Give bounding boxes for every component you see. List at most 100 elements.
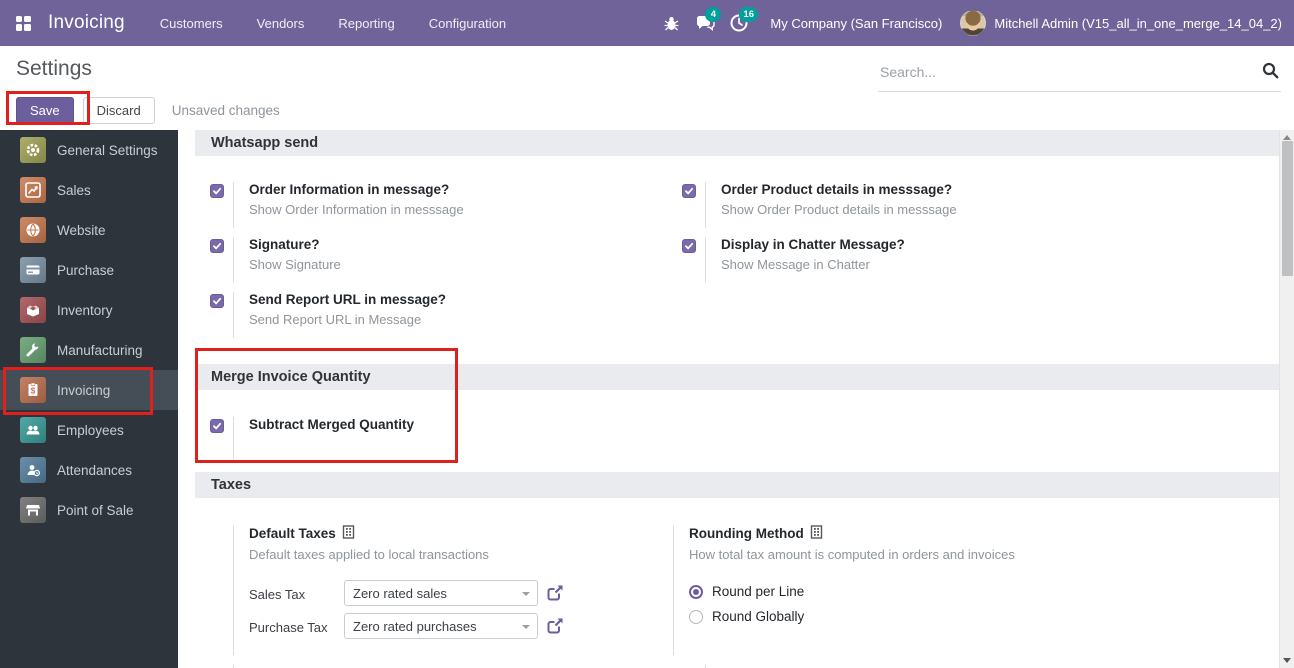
sidebar-item-sales[interactable]: Sales [0,170,178,210]
sales-tax-select[interactable]: Zero rated sales [344,580,538,606]
purchase-tax-value: Zero rated purchases [353,618,477,634]
search-input[interactable] [878,52,1281,91]
default-taxes-help: Default taxes applied to local transacti… [249,547,489,562]
setting-label[interactable]: Display in Chatter Message? [721,237,905,252]
sidebar-item-label: Sales [57,182,91,198]
top-navbar: Invoicing Customers Vendors Reporting Co… [0,0,1294,46]
sidebar-item-label: General Settings [57,142,158,158]
save-button[interactable]: Save [16,97,74,124]
setting-help: Show Order Product details in messsage [721,202,957,217]
search-icon[interactable] [1262,62,1279,82]
sidebar-item-employees[interactable]: Employees [0,410,178,450]
checkbox-subtract-merged-quantity[interactable] [210,419,224,433]
messages-icon[interactable]: 4 [688,0,722,46]
checkbox-order-information[interactable] [210,184,224,198]
setting-label[interactable]: Subtract Merged Quantity [249,417,414,432]
radio-unselected-icon [689,609,703,624]
setting-order-information: Order Information in message? Show Order… [210,182,682,237]
multi-company-icon [810,525,823,542]
external-link-icon[interactable] [546,616,565,639]
globe-icon [20,217,46,243]
section-header-taxes: Taxes [195,472,1279,498]
message-count-badge: 4 [705,7,722,22]
settings-sidebar: General Settings Sales Website Purchase … [0,130,178,668]
radio-round-globally[interactable]: Round Globally [689,609,1015,624]
person-clock-icon [20,457,46,483]
checkbox-signature[interactable] [210,239,224,253]
sidebar-item-label: Inventory [57,302,113,318]
user-menu[interactable]: Mitchell Admin (V15_all_in_one_merge_14_… [994,16,1282,31]
apps-menu-button[interactable] [0,0,46,46]
menu-reporting[interactable]: Reporting [321,0,411,46]
setting-display-in-chatter: Display in Chatter Message? Show Message… [682,237,1279,292]
unsaved-changes-status: Unsaved changes [171,103,280,118]
credit-card-icon [20,257,46,283]
settings-content: Whatsapp send Order Information in messa… [178,130,1279,668]
activity-clock-icon[interactable]: 16 [722,0,758,46]
setting-order-product-details: Order Product details in messsage? Show … [682,182,1279,237]
sidebar-item-general-settings[interactable]: General Settings [0,130,178,170]
scroll-up-icon[interactable] [1283,135,1291,140]
setting-help: Show Order Information in messsage [249,202,464,217]
sales-tax-label: Sales Tax [249,587,306,602]
sidebar-item-website[interactable]: Website [0,210,178,250]
section-header-merge-invoice-quantity: Merge Invoice Quantity [195,364,1279,390]
purchase-tax-select[interactable]: Zero rated purchases [344,613,538,639]
menu-configuration[interactable]: Configuration [412,0,523,46]
checkbox-send-report-url[interactable] [210,294,224,308]
sidebar-item-manufacturing[interactable]: Manufacturing [0,330,178,370]
menu-customers[interactable]: Customers [143,0,240,46]
vertical-scrollbar[interactable] [1279,130,1294,668]
scrollbar-thumb[interactable] [1282,141,1293,276]
company-switcher[interactable]: My Company (San Francisco) [770,16,942,31]
purchase-tax-label: Purchase Tax [249,620,328,635]
user-avatar[interactable] [960,10,987,36]
checkbox-order-product-details[interactable] [682,184,696,198]
chevron-down-icon [522,625,530,629]
discard-button[interactable]: Discard [82,97,155,124]
setting-subtract-merged-quantity: Subtract Merged Quantity [210,417,682,459]
setting-help: Send Report URL in Message [249,312,422,327]
section-header-whatsapp-send: Whatsapp send [195,130,1279,156]
app-name[interactable]: Invoicing [48,12,125,34]
checkbox-display-in-chatter[interactable] [682,239,696,253]
default-taxes-label: Default Taxes [249,526,336,541]
sidebar-item-purchase[interactable]: Purchase [0,250,178,290]
sidebar-item-attendances[interactable]: Attendances [0,450,178,490]
setting-signature: Signature? Show Signature [210,237,682,292]
sidebar-item-label: Website [57,222,106,238]
default-taxes-box: Default Taxes Default taxes applied to l… [210,525,682,655]
debug-bug-icon[interactable] [654,0,688,46]
sidebar-item-label: Invoicing [57,382,111,398]
setting-label[interactable]: Signature? [249,237,341,252]
invoice-document-icon: $ [20,377,46,403]
radio-round-per-line[interactable]: Round per Line [689,584,1015,599]
sidebar-item-label: Attendances [57,462,133,478]
chevron-down-icon [522,592,530,596]
apps-grid-icon [15,15,31,31]
setting-label[interactable]: Order Information in message? [249,182,464,197]
line-chart-icon [20,177,46,203]
rounding-method-help: How total tax amount is computed in orde… [689,547,1015,562]
activity-count-badge: 16 [739,7,758,22]
search-bar [878,52,1281,92]
rounding-method-box: Rounding Method How total tax amount is … [673,525,1279,655]
page-title: Settings [16,57,92,80]
setting-help: Show Message in Chatter [721,257,870,272]
sidebar-item-point-of-sale[interactable]: Point of Sale [0,490,178,530]
setting-send-report-url: Send Report URL in message? Send Report … [210,292,682,347]
people-icon [20,417,46,443]
setting-label[interactable]: Send Report URL in message? [249,292,446,307]
external-link-icon[interactable] [546,583,565,606]
sidebar-item-label: Purchase [57,262,115,278]
sidebar-item-inventory[interactable]: Inventory [0,290,178,330]
menu-vendors[interactable]: Vendors [240,0,322,46]
sidebar-item-label: Employees [57,422,124,438]
sidebar-item-label: Point of Sale [57,502,134,518]
scroll-down-icon[interactable] [1283,658,1291,663]
control-panel: Settings Save Discard Unsaved changes [0,46,1294,130]
rounding-method-label: Rounding Method [689,526,804,541]
sales-tax-value: Zero rated sales [353,585,447,601]
setting-label[interactable]: Order Product details in messsage? [721,182,957,197]
sidebar-item-invoicing[interactable]: $ Invoicing [0,370,178,410]
